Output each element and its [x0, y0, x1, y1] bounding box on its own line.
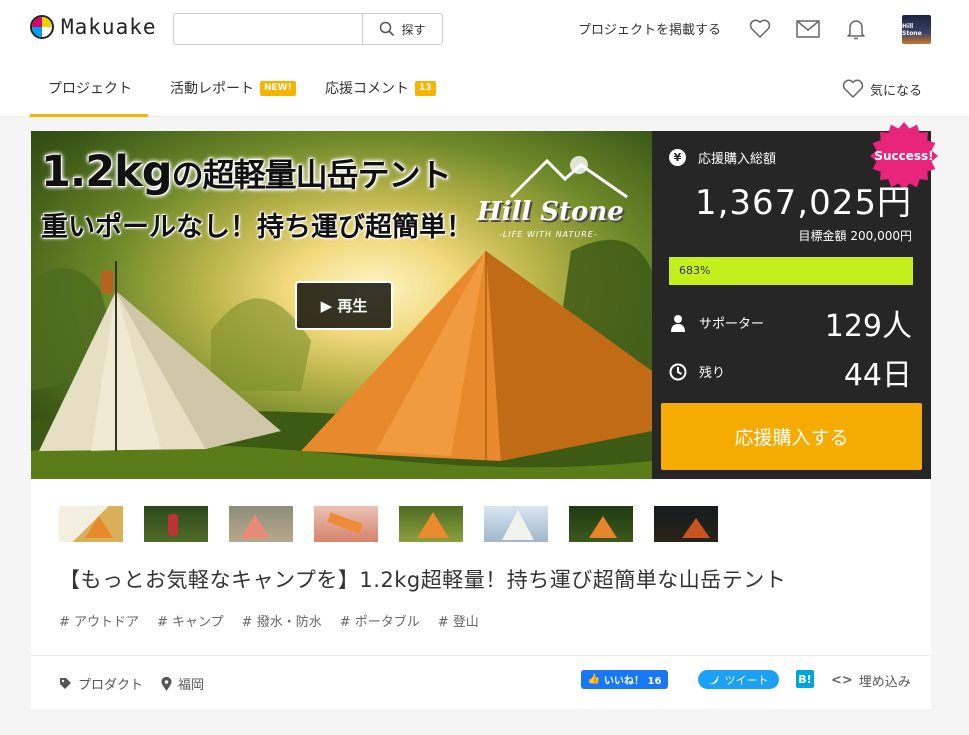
like-label: いいね！ 16 — [604, 676, 662, 687]
active-tab-indicator — [30, 114, 148, 117]
bell-icon[interactable] — [844, 17, 868, 41]
progress-percent: 683% — [679, 264, 711, 277]
embed-label: 埋め込み — [858, 675, 911, 690]
category-link[interactable]: プロダクト — [59, 674, 143, 693]
tag-link[interactable]: # ポータブル — [340, 611, 420, 630]
logo-mark-icon — [30, 15, 54, 39]
goal-amount: 目標金額 200,000円 — [798, 229, 912, 243]
avatar-text: Hill Stone — [902, 22, 922, 37]
total-amount-label: 応援購入総額 — [698, 152, 777, 167]
gallery-thumbnail[interactable] — [569, 506, 633, 542]
tab-report-label: 活動レポート — [170, 81, 254, 97]
code-icon: <> — [831, 673, 853, 688]
gallery-thumbnail[interactable] — [314, 506, 378, 542]
gallery-thumbnail[interactable] — [654, 506, 718, 542]
brand-name: Hill Stone — [477, 197, 624, 227]
tab-comments[interactable]: 応援コメント 13 — [325, 78, 436, 98]
embed-button[interactable]: <> 埋め込み — [831, 671, 911, 690]
thumbs-up-icon: 👍 — [587, 674, 601, 685]
tweet-label: ツイート — [724, 673, 769, 687]
project-tabs: プロジェクト 活動レポート NEW! 応援コメント 13 気になる — [0, 60, 969, 117]
location-label: 福岡 — [178, 678, 205, 693]
logo-text: Makuake — [61, 15, 157, 39]
facebook-like-button[interactable]: 👍 いいね！ 16 — [581, 670, 668, 689]
project-title: 【もっとお気軽なキャンプを】1.2kg超軽量！持ち運び超簡単な山岳テント — [59, 568, 787, 592]
site-header: Makuake 探す プロジェクトを掲載する Hill Stone — [0, 0, 969, 60]
favorite-label: 気になる — [870, 83, 923, 99]
tweet-button[interactable]: ツイート — [698, 670, 779, 689]
favorite-button[interactable]: 気になる — [842, 79, 922, 99]
supporters-label-row: サポーター — [669, 313, 764, 332]
tab-comments-label: 応援コメント — [325, 81, 409, 97]
search-icon — [380, 21, 395, 37]
tag-link[interactable]: # 撥水・防水 — [242, 611, 322, 630]
makuake-logo[interactable]: Makuake — [30, 15, 157, 39]
tag-icon — [60, 678, 71, 689]
location-link[interactable]: 福岡 — [161, 674, 204, 693]
project-meta: プロダクト 福岡 — [59, 674, 222, 693]
search-button-label: 探す — [401, 22, 426, 37]
section-divider — [31, 655, 931, 656]
search-button[interactable]: 探す — [362, 14, 442, 44]
play-video-button[interactable]: ▶ 再生 — [295, 281, 393, 330]
gallery-thumbnail[interactable] — [229, 506, 293, 542]
gallery-thumbnails — [59, 506, 739, 542]
search-input[interactable] — [174, 14, 362, 44]
hero-image: 1.2kgの超軽量山岳テント 重いポールなし！持ち運び超簡単！ Hill Sto… — [31, 131, 652, 479]
hero-subtitle: 重いポールなし！持ち運び超簡単！ — [41, 212, 473, 243]
hatena-bookmark-button[interactable]: B! — [796, 670, 814, 688]
hero-headline-rest: の超軽量山岳テント — [171, 156, 452, 194]
supporters-label: サポーター — [699, 317, 765, 332]
tab-project-label: プロジェクト — [48, 81, 132, 97]
project-tags: # アウトドア # キャンプ # 撥水・防水 # ポータブル # 登山 — [59, 611, 497, 630]
project-card: 1.2kgの超軽量山岳テント 重いポールなし！持ち運び超簡単！ Hill Sto… — [31, 122, 938, 709]
tag-link[interactable]: # 登山 — [438, 611, 479, 630]
search-box: 探す — [173, 13, 443, 45]
heart-icon[interactable] — [748, 17, 772, 41]
user-avatar[interactable]: Hill Stone — [902, 15, 931, 44]
gallery-thumbnail[interactable] — [144, 506, 208, 542]
brand-mountain-logo — [509, 156, 628, 199]
hero-headline: 1.2kgの超軽量山岳テント — [41, 147, 452, 197]
tab-project[interactable]: プロジェクト — [48, 78, 132, 98]
support-purchase-button[interactable]: 応援購入する — [661, 403, 922, 470]
funding-stats-panel: Success! ¥ 応援購入総額 1,367,025円 目標金額 200,00… — [652, 122, 938, 479]
post-project-link[interactable]: プロジェクトを掲載する — [578, 19, 721, 38]
gallery-thumbnail[interactable] — [399, 506, 463, 542]
new-badge: NEW! — [260, 80, 296, 96]
tag-link[interactable]: # キャンプ — [157, 611, 224, 630]
hero-weight: 1.2kg — [41, 147, 173, 197]
funding-progress-bar: 683% — [669, 257, 913, 285]
location-pin-icon — [161, 676, 172, 691]
remaining-label-row: 残り — [669, 362, 725, 381]
brand-tagline: -LIFE WITH NATURE- — [499, 230, 598, 239]
heart-icon — [842, 79, 864, 98]
comments-count-badge: 13 — [415, 80, 436, 96]
category-label: プロダクト — [78, 678, 144, 693]
person-icon — [671, 314, 685, 332]
mail-icon[interactable] — [796, 17, 820, 41]
supporters-count: 129人 — [824, 309, 912, 344]
tag-link[interactable]: # アウトドア — [59, 611, 139, 630]
yen-icon: ¥ — [669, 149, 686, 166]
remaining-days: 44日 — [843, 358, 912, 393]
twitter-bird-icon — [708, 675, 719, 684]
tab-report[interactable]: 活動レポート NEW! — [170, 78, 296, 98]
gallery-thumbnail[interactable] — [484, 506, 548, 542]
clock-icon — [669, 363, 687, 380]
total-amount-label-row: ¥ 応援購入総額 — [669, 148, 776, 167]
gallery-thumbnail[interactable] — [59, 506, 123, 542]
total-amount: 1,367,025円 — [694, 183, 912, 223]
remaining-label: 残り — [699, 366, 726, 381]
